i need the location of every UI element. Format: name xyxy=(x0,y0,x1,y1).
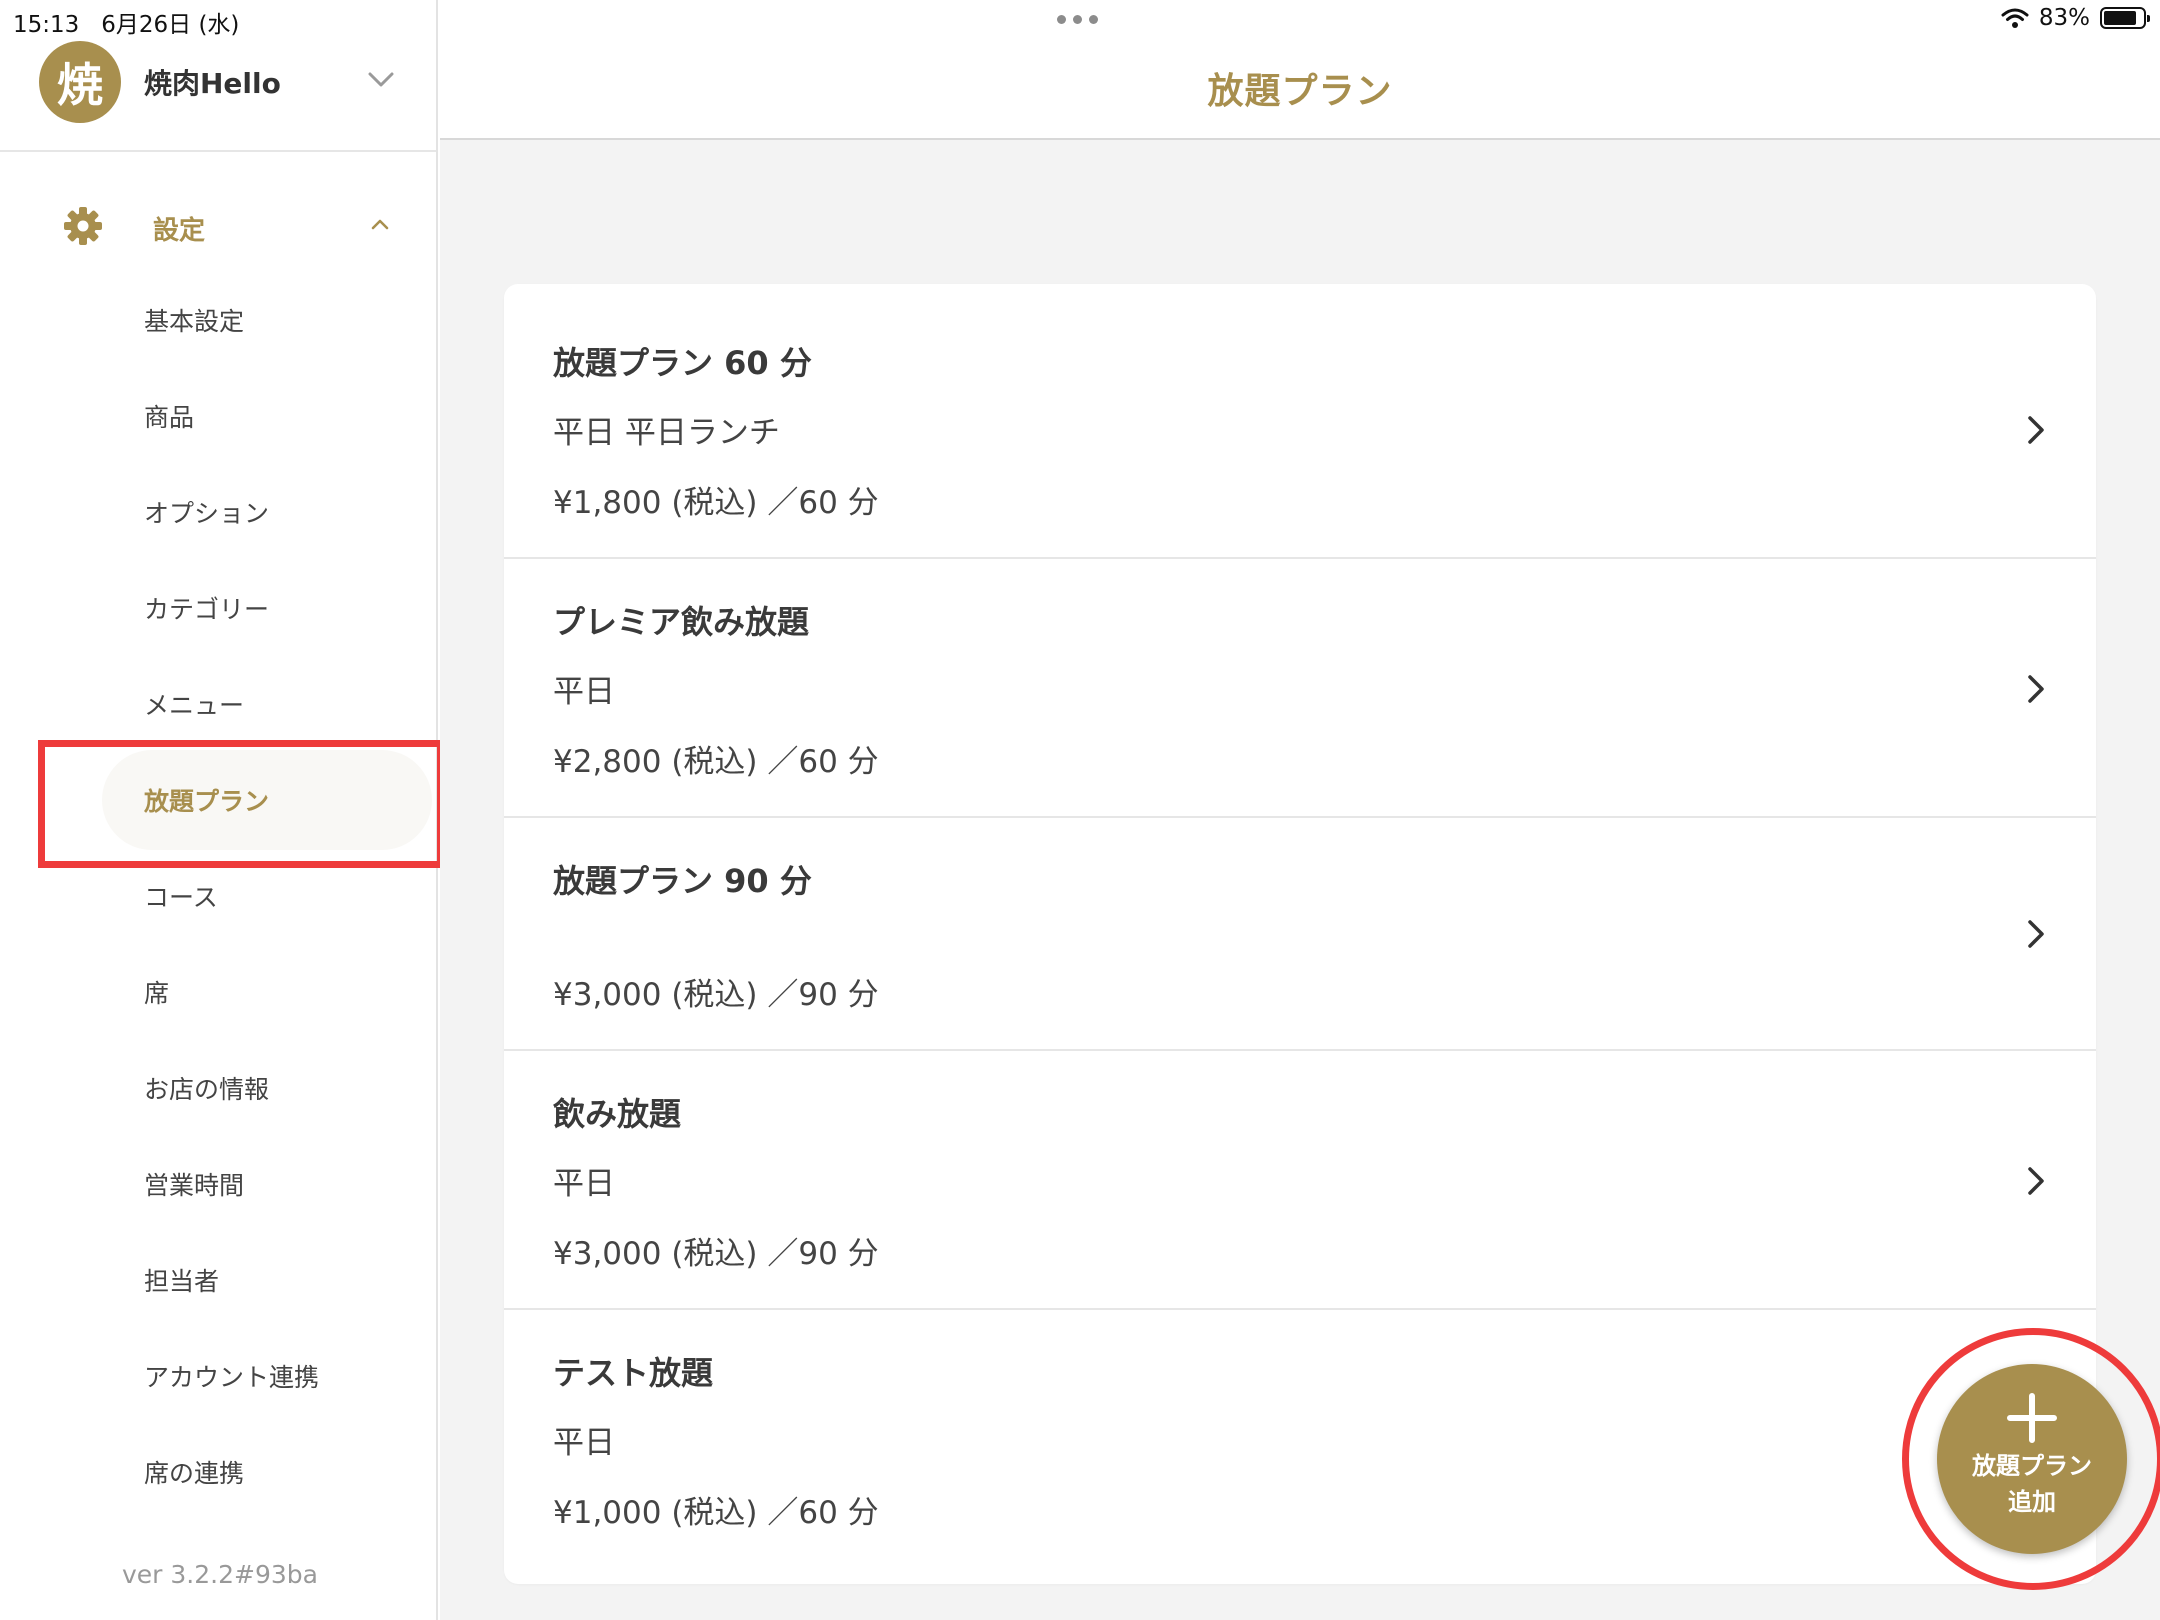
store-avatar: 焼 xyxy=(39,41,121,123)
sidebar: 焼 焼肉Hello 設定 基本設定 商品 オプション カテゴリー メニュー 放題… xyxy=(0,0,438,1620)
multitask-dots-icon[interactable] xyxy=(1057,15,1098,24)
gear-icon xyxy=(64,207,102,245)
plan-list: 放題プラン 60 分 平日 平日ランチ ¥1,800 (税込) ／60 分 プレ… xyxy=(504,284,2096,1584)
plan-days: 平日 xyxy=(553,1166,615,1202)
add-plan-button[interactable]: 放題プラン 追加 xyxy=(1937,1364,2127,1554)
sidebar-item-label: 席の連携 xyxy=(144,1459,245,1488)
plan-name: 放題プラン 60 分 xyxy=(553,344,812,382)
plan-days: 平日 平日ランチ xyxy=(553,415,780,451)
sidebar-item-label: アカウント連携 xyxy=(144,1363,320,1392)
sidebar-item-label: カテゴリー xyxy=(144,595,270,624)
sidebar-item-label: 基本設定 xyxy=(144,307,245,336)
plan-price: ¥3,000 (税込) ／90 分 xyxy=(553,977,879,1013)
status-datetime: 15:13 6月26日 (水) xyxy=(13,5,239,39)
plan-price: ¥3,000 (税込) ／90 分 xyxy=(553,1236,879,1272)
plus-icon xyxy=(2007,1393,2057,1443)
add-plan-label-line1: 放題プラン xyxy=(1972,1452,2092,1480)
plan-days: 平日 xyxy=(553,1425,615,1461)
add-plan-label: 放題プラン 追加 xyxy=(1972,1448,2092,1520)
main-content: 放題プラン 放題プラン 60 分 平日 平日ランチ ¥1,800 (税込) ／6… xyxy=(440,0,2160,1620)
chevron-up-icon[interactable] xyxy=(366,210,394,238)
plan-row[interactable]: テスト放題 平日 ¥1,000 (税込) ／60 分 xyxy=(504,1310,2096,1584)
sidebar-item-account-link[interactable]: アカウント連携 xyxy=(0,1328,436,1424)
plan-name: テスト放題 xyxy=(553,1354,714,1392)
sidebar-item-basic-settings[interactable]: 基本設定 xyxy=(0,272,436,368)
plan-name: 飲み放題 xyxy=(553,1095,682,1133)
sidebar-item-label: お店の情報 xyxy=(144,1075,270,1104)
plan-row[interactable]: 飲み放題 平日 ¥3,000 (税込) ／90 分 xyxy=(504,1051,2096,1310)
sidebar-item-label: 担当者 xyxy=(144,1267,220,1296)
plan-days: 平日 xyxy=(553,674,615,710)
sidebar-item-business-hours[interactable]: 営業時間 xyxy=(0,1136,436,1232)
sidebar-item-courses[interactable]: コース xyxy=(0,848,436,944)
sidebar-item-label: 席 xyxy=(144,979,170,1008)
sidebar-item-products[interactable]: 商品 xyxy=(0,368,436,464)
plan-price: ¥1,000 (税込) ／60 分 xyxy=(553,1495,879,1531)
chevron-right-icon xyxy=(2028,675,2044,703)
sidebar-item-categories[interactable]: カテゴリー xyxy=(0,560,436,656)
sidebar-item-seat-link[interactable]: 席の連携 xyxy=(0,1424,436,1520)
status-time: 15:13 xyxy=(13,12,80,38)
sidebar-item-menu[interactable]: メニュー xyxy=(0,656,436,752)
plan-name: 放題プラン 90 分 xyxy=(553,862,812,900)
battery-percent: 83% xyxy=(2038,5,2090,31)
sidebar-item-seats[interactable]: 席 xyxy=(0,944,436,1040)
plan-row[interactable]: 放題プラン 90 分 ¥3,000 (税込) ／90 分 xyxy=(504,818,2096,1051)
wifi-icon xyxy=(2001,8,2029,28)
plan-row[interactable]: プレミア飲み放題 平日 ¥2,800 (税込) ／60 分 xyxy=(504,559,2096,818)
battery-level xyxy=(2104,11,2136,25)
sidebar-item-options[interactable]: オプション xyxy=(0,464,436,560)
plan-price: ¥1,800 (税込) ／60 分 xyxy=(553,485,879,521)
sidebar-item-label: オプション xyxy=(144,499,270,528)
plan-name: プレミア飲み放題 xyxy=(553,603,810,641)
sidebar-item-label: 商品 xyxy=(144,403,195,432)
chevron-right-icon xyxy=(2028,416,2044,444)
store-name: 焼肉Hello xyxy=(144,67,281,100)
sidebar-item-label: メニュー xyxy=(144,691,245,720)
status-date: 6月26日 (水) xyxy=(101,12,240,38)
chevron-right-icon xyxy=(2028,1167,2044,1195)
plan-row[interactable]: 放題プラン 60 分 平日 平日ランチ ¥1,800 (税込) ／60 分 xyxy=(504,284,2096,559)
app-version: ver 3.2.2#93ba xyxy=(122,1560,318,1589)
status-bar: 15:13 6月26日 (水) 83% xyxy=(0,0,2160,40)
page-title: 放題プラン xyxy=(1207,71,1393,112)
settings-nav: 基本設定 商品 オプション カテゴリー メニュー 放題プラン コース 席 お店の… xyxy=(0,272,436,1520)
battery-icon xyxy=(2100,7,2150,29)
settings-label: 設定 xyxy=(153,216,206,246)
sidebar-item-store-info[interactable]: お店の情報 xyxy=(0,1040,436,1136)
status-indicators: 83% xyxy=(2001,5,2150,31)
sidebar-item-staff[interactable]: 担当者 xyxy=(0,1232,436,1328)
sidebar-item-label: 営業時間 xyxy=(144,1171,245,1200)
add-plan-label-line2: 追加 xyxy=(2008,1488,2056,1516)
sidebar-item-label: 放題プラン xyxy=(144,787,270,816)
chevron-right-icon xyxy=(2028,920,2044,948)
sidebar-item-label: コース xyxy=(144,883,218,912)
chevron-down-icon[interactable] xyxy=(366,64,396,94)
sidebar-group-settings[interactable]: 設定 xyxy=(0,190,436,260)
plan-price: ¥2,800 (税込) ／60 分 xyxy=(553,744,879,780)
sidebar-item-all-you-can-plans[interactable]: 放題プラン xyxy=(0,750,436,850)
